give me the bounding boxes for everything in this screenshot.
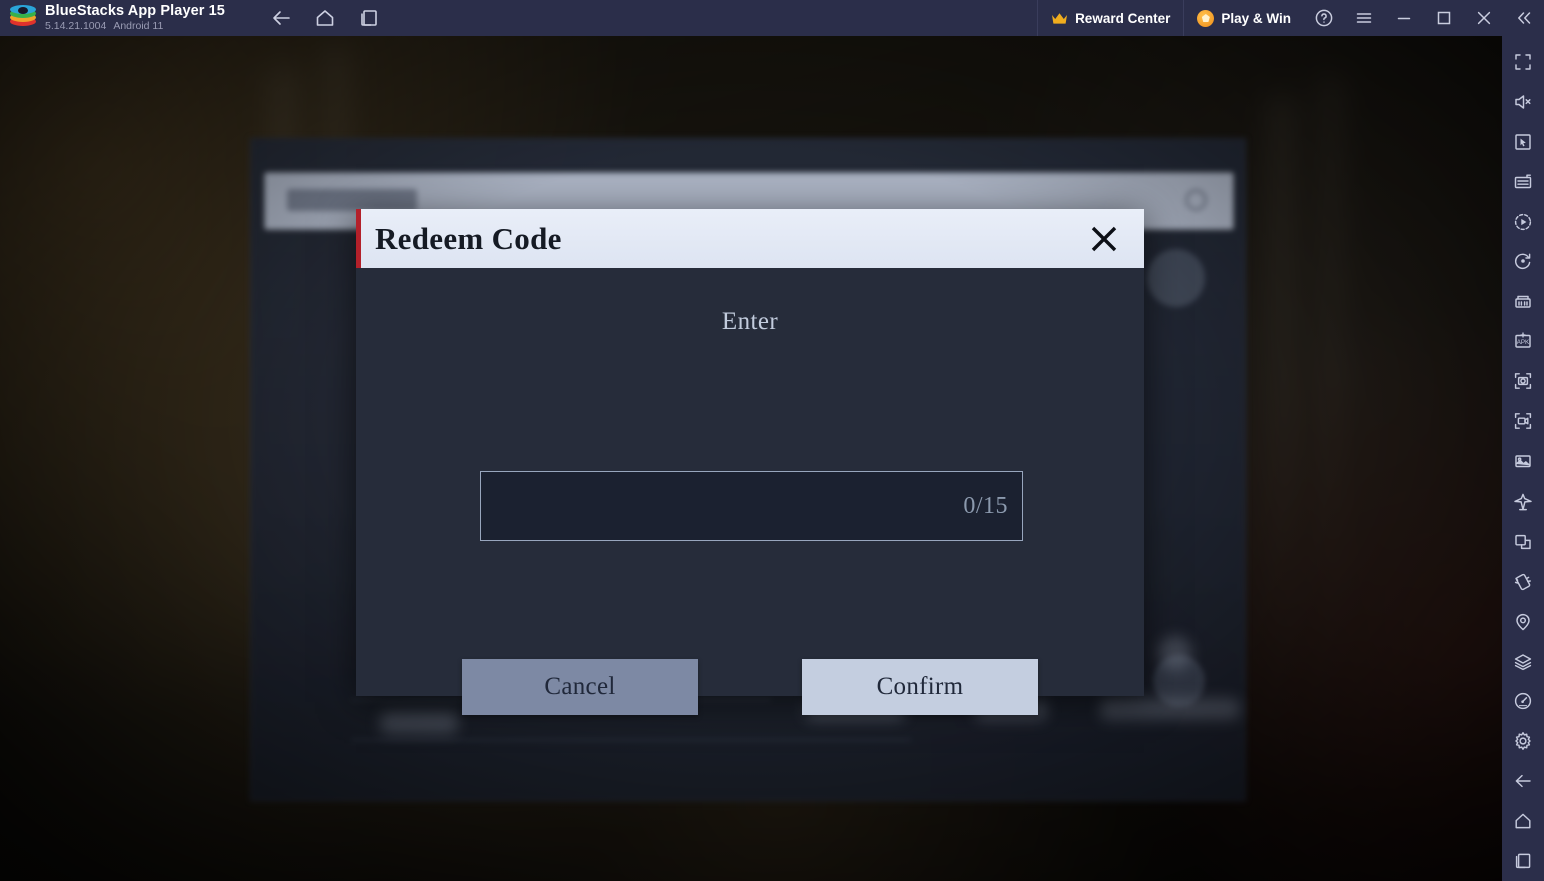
- svg-text:APK: APK: [1517, 339, 1530, 346]
- sidebar-back[interactable]: [1503, 761, 1543, 801]
- hamburger-menu-icon[interactable]: [1344, 0, 1384, 36]
- maximize-icon[interactable]: [1424, 0, 1464, 36]
- close-x-icon[interactable]: [1082, 217, 1126, 261]
- back-arrow-icon[interactable]: [270, 7, 292, 29]
- enter-prompt-label: Enter: [721, 308, 779, 335]
- app-branding: BlueStacks App Player 15 5.14.21.1004 And…: [0, 0, 250, 36]
- recent-apps-icon[interactable]: [358, 7, 380, 29]
- sidebar-settings[interactable]: [1503, 721, 1543, 761]
- titlebar-right-cluster: Reward Center Play & Win: [1037, 0, 1544, 36]
- cancel-button[interactable]: Cancel: [462, 659, 698, 715]
- home-icon[interactable]: [314, 7, 336, 29]
- character-counter: 0/15: [963, 492, 1008, 519]
- android-nav-buttons: [270, 7, 380, 29]
- dialog-accent-bar: [356, 209, 361, 268]
- sidebar-mute[interactable]: [1503, 82, 1543, 122]
- app-title: BlueStacks App Player 15: [45, 2, 225, 19]
- redeem-code-dialog: Redeem Code Enter 0/15 Cancel Confirm: [356, 209, 1144, 715]
- sidebar-record[interactable]: [1503, 401, 1543, 441]
- sidebar-game-controls[interactable]: [1503, 162, 1543, 202]
- sidebar-location[interactable]: [1503, 602, 1543, 642]
- version-number: 5.14.21.1004: [45, 20, 107, 33]
- sidebar-screenshot[interactable]: [1503, 361, 1543, 401]
- play-and-win-label: Play & Win: [1221, 10, 1291, 26]
- minimize-icon[interactable]: [1384, 0, 1424, 36]
- dialog-actions: Cancel Confirm: [356, 659, 1144, 715]
- sidebar-shake[interactable]: [1503, 562, 1543, 602]
- sidebar-multi-instance[interactable]: [1503, 281, 1543, 321]
- sidebar-fullscreen[interactable]: [1503, 42, 1543, 82]
- sidebar-install-apk[interactable]: APK: [1503, 321, 1543, 361]
- sidebar-recent[interactable]: [1503, 841, 1543, 881]
- app-version-line: 5.14.21.1004 Android 11: [45, 21, 225, 32]
- sidebar-media-manager[interactable]: [1503, 441, 1543, 481]
- play-and-win-button[interactable]: Play & Win: [1183, 0, 1304, 36]
- sidebar-home[interactable]: [1503, 801, 1543, 841]
- reward-center-label: Reward Center: [1075, 10, 1171, 26]
- sidebar-performance[interactable]: [1503, 682, 1543, 722]
- window-controls: [1304, 0, 1544, 36]
- bluestacks-sidebar: APK: [1502, 36, 1544, 881]
- orange-badge-icon: [1197, 9, 1215, 27]
- sidebar-pip[interactable]: [1503, 522, 1543, 562]
- dialog-title: Redeem Code: [375, 220, 562, 256]
- close-icon[interactable]: [1464, 0, 1504, 36]
- android-version: Android 11: [113, 20, 164, 33]
- sidebar-eco-mode[interactable]: [1503, 482, 1543, 522]
- sidebar-layers[interactable]: [1503, 642, 1543, 682]
- help-circle-icon[interactable]: [1304, 0, 1344, 36]
- sidebar-rotate[interactable]: [1503, 242, 1543, 282]
- bluestacks-title-bar: BlueStacks App Player 15 5.14.21.1004 And…: [0, 0, 1544, 36]
- dialog-body: Enter 0/15 Cancel Confirm: [356, 268, 1144, 715]
- sidebar-cursor[interactable]: [1503, 122, 1543, 162]
- dialog-header: Redeem Code: [356, 209, 1144, 268]
- bluestacks-logo-icon: [10, 5, 36, 31]
- confirm-button[interactable]: Confirm: [802, 659, 1038, 715]
- double-chevron-left-icon[interactable]: [1504, 0, 1544, 36]
- sidebar-macro[interactable]: [1503, 202, 1543, 242]
- redeem-code-input[interactable]: 0/15: [480, 471, 1023, 541]
- reward-center-button[interactable]: Reward Center: [1037, 0, 1183, 36]
- crown-icon: [1051, 12, 1068, 25]
